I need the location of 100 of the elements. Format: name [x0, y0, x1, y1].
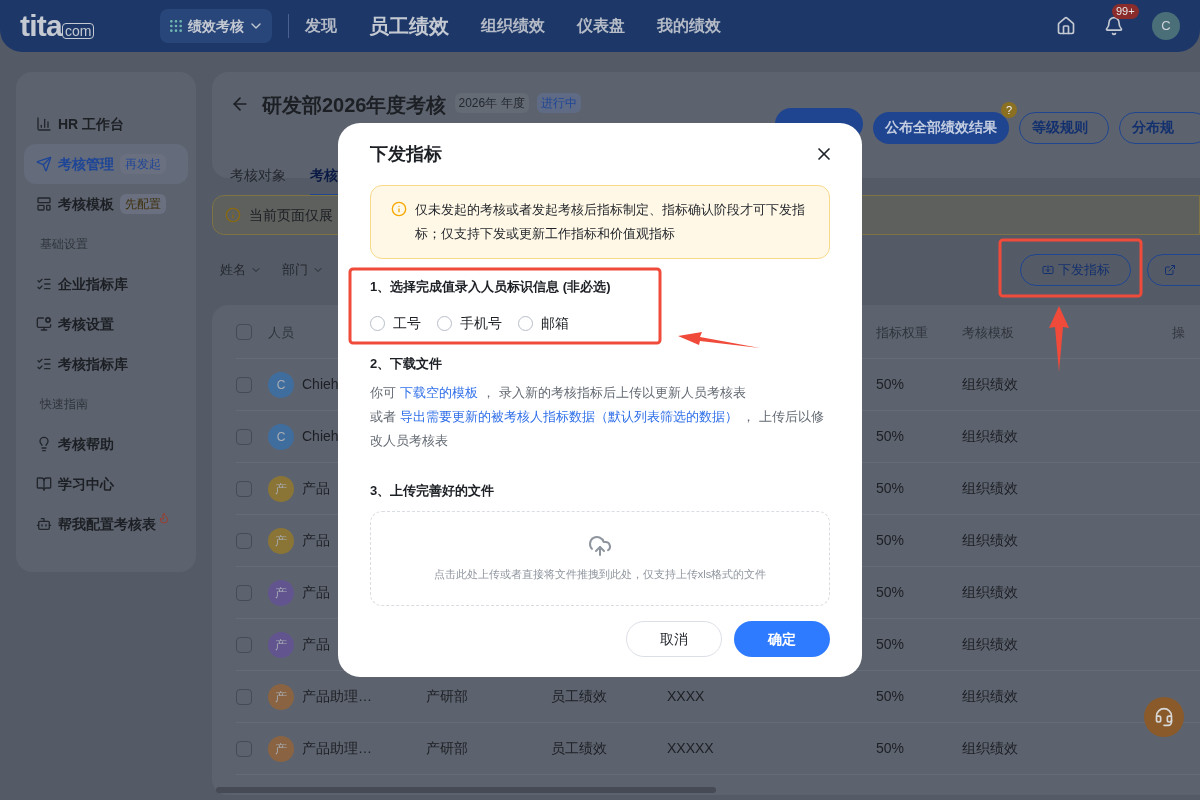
instruction-text: 或者 导出需要更新的被考核人指标数据（默认列表筛选的数据） ， 上传后以修改人员考核表	[370, 408, 825, 450]
avatar: 产	[268, 683, 294, 710]
home-icon[interactable]	[1056, 16, 1076, 36]
sidebar-label: 帮我配置考核表	[58, 514, 156, 534]
checkbox[interactable]	[236, 428, 252, 445]
external-link-icon	[1164, 264, 1176, 276]
avatar: 产	[268, 735, 294, 762]
user-avatar[interactable]: C	[1152, 12, 1180, 40]
table-cell: 50%	[876, 376, 905, 392]
table-cell: 50%	[876, 428, 905, 444]
table-cell: 50%	[876, 532, 905, 548]
nav-item[interactable]: 我的绩效	[657, 14, 721, 38]
avatar: 产	[268, 475, 294, 502]
avatar: 产	[268, 631, 294, 658]
section-title: 2、下载文件	[370, 354, 444, 373]
horizontal-scrollbar[interactable]	[216, 787, 716, 793]
table-cell: 50%	[876, 636, 905, 652]
sidebar-item[interactable]: 考核管理 再发起	[24, 144, 188, 184]
sidebar-badge: 先配置	[120, 194, 166, 214]
link[interactable]: 导出需要更新的被考核人指标数据（默认列表筛选的数据）	[400, 409, 738, 424]
person-name: 产品	[302, 479, 330, 498]
table-cell: 50%	[876, 688, 905, 704]
checkbox[interactable]	[236, 636, 252, 653]
module-switcher[interactable]: 绩效考核	[160, 9, 272, 43]
dialog-title: 下发指标	[370, 142, 442, 166]
table-cell: 组织绩效	[962, 480, 1018, 496]
avatar: C	[268, 423, 294, 450]
table-cell: 组织绩效	[962, 740, 1018, 756]
nav-item[interactable]: 发现	[305, 14, 337, 38]
lightbulb-icon	[36, 436, 52, 452]
tab[interactable]: 考核对象	[230, 165, 286, 196]
radio-option[interactable]: 邮箱	[518, 312, 569, 334]
section-title: 3、上传完善好的文件	[370, 482, 496, 500]
table-cell: 组织绩效	[962, 532, 1018, 548]
sidebar-label: 学习中心	[58, 474, 114, 494]
sidebar-item[interactable]: 考核模板 先配置	[24, 184, 188, 224]
help-badge[interactable]: ?	[1001, 101, 1017, 118]
checkbox[interactable]	[236, 480, 252, 497]
sidebar-item[interactable]: 企业指标库	[24, 264, 188, 304]
sidebar-badge: 再发起	[120, 154, 166, 174]
table-cell: 员工绩效	[551, 740, 607, 756]
sidebar-label: 考核指标库	[58, 354, 128, 374]
checkbox[interactable]	[236, 323, 252, 340]
radio-option[interactable]: 手机号	[437, 312, 502, 334]
notification-icon[interactable]	[1104, 16, 1124, 36]
sidebar-label: 考核帮助	[58, 434, 114, 454]
person-name: 产品助理…	[302, 687, 372, 706]
radio-option[interactable]: 工号	[370, 312, 421, 334]
checkbox[interactable]	[236, 584, 252, 601]
sidebar-item[interactable]: HR 工作台	[24, 104, 188, 144]
notice-text: 仅未发起的考核或者发起考核后指标制定、指标确认阶段才可下发指标；仅支持下发或更新工作指标和价值观指标	[415, 201, 806, 243]
nav-item[interactable]: 仪表盘	[577, 14, 625, 38]
upload-dropzone[interactable]: 点击此处上传或者直接将文件推拽到此处，仅支持上传xls格式的文件	[370, 510, 830, 606]
page-title: 研发部2026年度考核	[262, 93, 447, 118]
period-tag: 2026年 年度	[454, 93, 529, 113]
paper-plane-icon	[36, 156, 52, 172]
sidebar-item[interactable]: 学习中心	[24, 464, 188, 504]
table-cell: 50%	[876, 584, 905, 600]
person-name: 产品助理…	[302, 739, 372, 758]
instruction-text: 你可 下载空的模板 ， 录入新的考核指标后上传以更新人员考核表	[370, 384, 747, 402]
sidebar-label: 考核管理	[58, 154, 114, 174]
checkbox[interactable]	[236, 532, 252, 549]
sidebar-item[interactable]: 考核设置	[24, 304, 188, 344]
template-icon	[36, 196, 52, 212]
list-icon	[36, 276, 52, 292]
table-cell: 产研部	[426, 688, 468, 704]
table-cell: 员工绩效	[551, 688, 607, 704]
table-cell: 组织绩效	[962, 584, 1018, 600]
link[interactable]: 下载空的模板	[400, 385, 478, 400]
grid-icon	[168, 18, 184, 34]
dialog-button[interactable]: 取消	[626, 621, 722, 657]
monitor-settings-icon	[36, 316, 52, 332]
info-icon	[225, 207, 241, 223]
logo: tita	[20, 11, 62, 41]
table-cell: 组织绩效	[962, 636, 1018, 652]
sidebar-label: 考核设置	[58, 314, 114, 334]
bar-chart-icon	[36, 116, 52, 132]
sidebar-item[interactable]: 帮我配置考核表	[24, 504, 188, 544]
logo-suffix: com	[62, 23, 95, 39]
headset-icon	[1154, 707, 1174, 727]
import-icon	[1041, 264, 1054, 276]
checkbox[interactable]	[236, 376, 252, 393]
table-cell: 50%	[876, 740, 905, 756]
header-button[interactable]: 公布全部绩效结果	[873, 111, 1009, 144]
nav-item[interactable]: 员工绩效	[369, 11, 449, 41]
sidebar-label: 考核模板	[58, 194, 114, 214]
sidebar-item[interactable]: 考核指标库	[24, 344, 188, 384]
info-icon	[391, 201, 407, 217]
checkbox[interactable]	[236, 688, 252, 705]
notice-text: 当前页面仅展	[249, 205, 333, 225]
section-title: 1、选择完成值录入人员标识信息 (非必选)	[370, 278, 612, 296]
person-name: 产品	[302, 583, 330, 602]
cloud-upload-icon	[588, 533, 612, 558]
table-cell: 50%	[876, 480, 905, 496]
table-cell: 组织绩效	[962, 376, 1018, 392]
nav-item[interactable]: 组织绩效	[481, 14, 545, 38]
checkbox[interactable]	[236, 740, 252, 757]
person-name: Chieh	[302, 427, 339, 446]
sidebar-item[interactable]: 考核帮助	[24, 424, 188, 464]
dialog-button[interactable]: 确定	[734, 621, 830, 657]
